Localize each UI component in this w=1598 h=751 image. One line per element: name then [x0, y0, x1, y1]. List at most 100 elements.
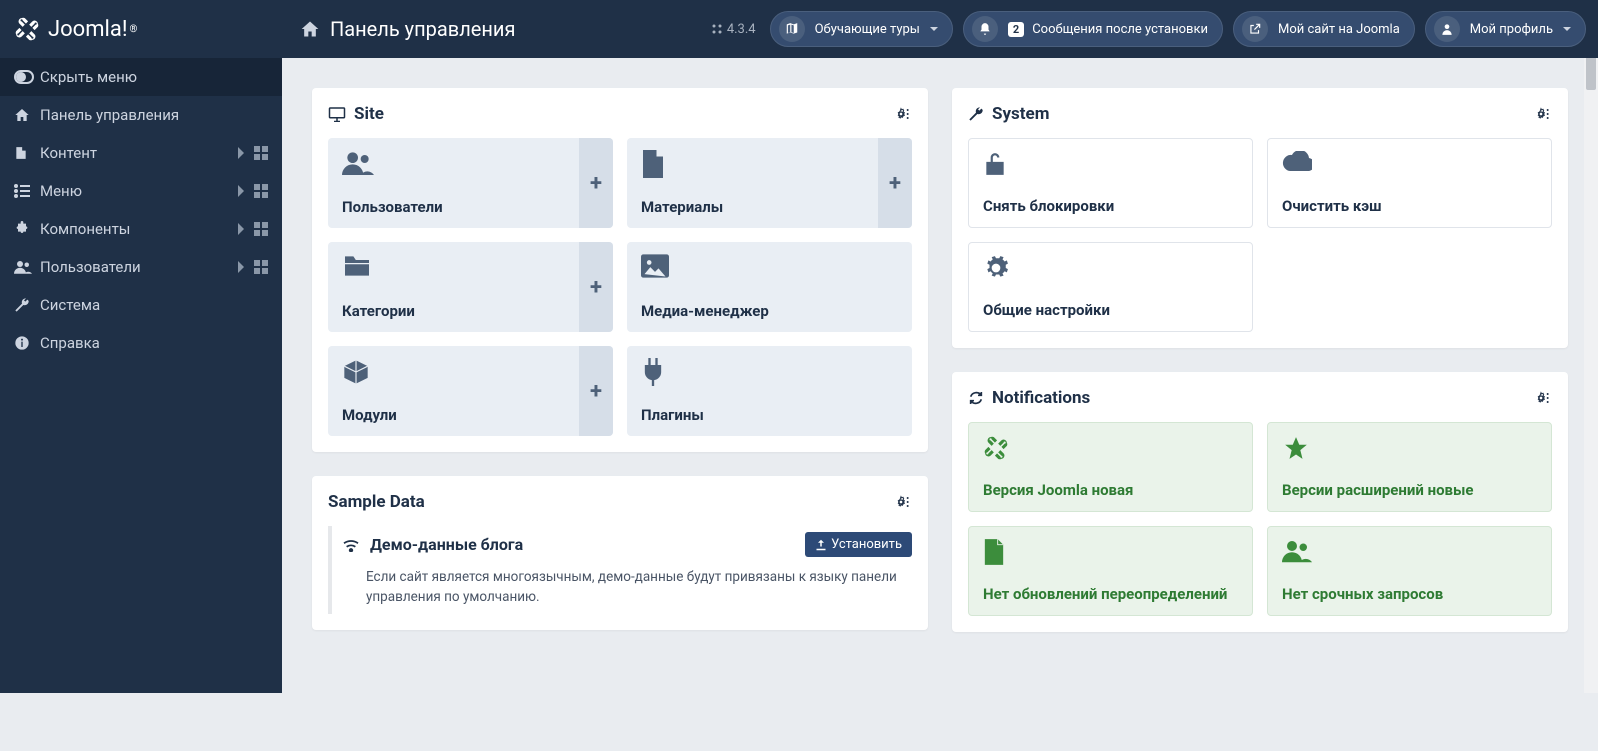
tours-label: Обучающие туры — [815, 22, 920, 37]
notif-label: Версии расширений новые — [1282, 481, 1537, 499]
desktop-icon — [328, 106, 346, 122]
sidebar-item-label: Меню — [40, 182, 82, 200]
notifications-grid: Версия Joomla новая Версии расширений но… — [968, 422, 1552, 616]
site-panel-header: Site — [328, 104, 912, 124]
plus-button[interactable]: + — [579, 138, 613, 228]
image-icon — [641, 254, 898, 278]
sidebar-item-content[interactable]: Контент — [0, 134, 282, 172]
gear-icon[interactable] — [1534, 106, 1552, 122]
quick-label: Категории — [342, 302, 565, 320]
profile-label: Мой профиль — [1470, 22, 1553, 37]
install-button[interactable]: Установить — [805, 532, 912, 557]
joomla-icon — [14, 16, 40, 42]
joomla-small-icon — [711, 23, 723, 35]
notif-joomla-version[interactable]: Версия Joomla новая — [968, 422, 1253, 512]
quick-modules[interactable]: Модули + — [328, 346, 613, 436]
sample-item-description: Если сайт является многоязычным, демо-да… — [332, 567, 912, 608]
quick-plugins[interactable]: Плагины + — [627, 346, 912, 436]
sidebar-toggle-label: Скрыть меню — [40, 68, 137, 86]
scrollbar[interactable] — [1584, 0, 1598, 693]
site-panel: Site Пользователи + Материалы + Категори… — [312, 88, 928, 452]
wifi-icon — [342, 538, 360, 552]
grid-icon[interactable] — [254, 260, 268, 274]
sample-item-header: Демо-данные блога Установить — [332, 526, 912, 567]
plus-button[interactable]: + — [579, 346, 613, 436]
sample-data-panel: Sample Data Демо-данные блога Установить… — [312, 476, 928, 630]
sys-label: Снять блокировки — [983, 197, 1238, 215]
joomla-icon — [983, 435, 1238, 461]
brand-text: Joomla! — [48, 17, 128, 42]
notif-count-badge: 2 — [1008, 22, 1024, 37]
sys-cache[interactable]: Очистить кэш — [1267, 138, 1552, 228]
quick-label: Материалы — [641, 198, 864, 216]
sidebar-item-system[interactable]: Система — [0, 286, 282, 324]
site-link-button[interactable]: Мой сайт на Joomla — [1233, 11, 1415, 47]
system-panel-title: System — [992, 104, 1049, 124]
sidebar-toggle[interactable]: Скрыть меню — [0, 58, 282, 96]
map-icon — [779, 16, 805, 42]
sidebar-item-label: Контент — [40, 144, 97, 162]
notifications-header: Notifications — [968, 388, 1552, 408]
quick-categories[interactable]: Категории + — [328, 242, 613, 332]
plus-button[interactable]: + — [878, 138, 912, 228]
quick-label: Модули — [342, 406, 565, 424]
wrench-icon — [14, 297, 40, 313]
sidebar-item-menus[interactable]: Меню — [0, 172, 282, 210]
sidebar: Скрыть меню Панель управления Контент Ме… — [0, 58, 282, 693]
grid-icon[interactable] — [254, 222, 268, 236]
gear-icon[interactable] — [894, 494, 912, 510]
chevron-right-icon — [236, 223, 244, 235]
sample-item-title: Демо-данные блога — [370, 535, 805, 554]
info-icon — [14, 335, 40, 351]
sample-data-title: Sample Data — [328, 492, 425, 512]
brand-logo[interactable]: Joomla!® — [0, 16, 282, 42]
sys-label: Общие настройки — [983, 301, 1238, 319]
sidebar-item-label: Пользователи — [40, 258, 141, 276]
sidebar-item-components[interactable]: Компоненты — [0, 210, 282, 248]
sidebar-item-label: Справка — [40, 334, 100, 352]
quick-media[interactable]: Медиа-менеджер + — [627, 242, 912, 332]
quick-users[interactable]: Пользователи + — [328, 138, 613, 228]
post-install-button[interactable]: 2 Сообщения после установки — [963, 11, 1223, 47]
sidebar-item-label: Компоненты — [40, 220, 130, 238]
notif-extensions[interactable]: Версии расширений новые — [1267, 422, 1552, 512]
profile-button[interactable]: Мой профиль — [1425, 11, 1586, 47]
plus-button[interactable]: + — [579, 242, 613, 332]
sys-unlock[interactable]: Снять блокировки — [968, 138, 1253, 228]
sidebar-item-dashboard[interactable]: Панель управления — [0, 96, 282, 134]
user-icon — [1434, 16, 1460, 42]
notifications-title: Notifications — [992, 388, 1090, 408]
star-icon — [1282, 435, 1537, 461]
grid-icon[interactable] — [254, 184, 268, 198]
tours-button[interactable]: Обучающие туры — [770, 11, 953, 47]
sidebar-item-help[interactable]: Справка — [0, 324, 282, 362]
notif-requests[interactable]: Нет срочных запросов — [1267, 526, 1552, 616]
left-column: Site Пользователи + Материалы + Категори… — [312, 88, 928, 630]
toggle-icon — [14, 70, 40, 84]
list-icon — [14, 184, 40, 198]
sys-config[interactable]: Общие настройки — [968, 242, 1253, 332]
unlock-icon — [983, 151, 1238, 177]
sidebar-item-label: Система — [40, 296, 100, 314]
users-icon — [1282, 539, 1537, 563]
site-link-label: Мой сайт на Joomla — [1278, 22, 1400, 37]
system-panel-header: System — [968, 104, 1552, 124]
sys-label: Очистить кэш — [1282, 197, 1537, 215]
file-icon — [14, 145, 40, 161]
grid-icon[interactable] — [254, 146, 268, 160]
cloud-icon — [1282, 151, 1537, 171]
users-icon — [342, 150, 565, 176]
folder-icon — [342, 254, 565, 278]
sidebar-item-users[interactable]: Пользователи — [0, 248, 282, 286]
gear-icon[interactable] — [1534, 390, 1552, 406]
chevron-right-icon — [236, 261, 244, 273]
quick-articles[interactable]: Материалы + — [627, 138, 912, 228]
chevron-right-icon — [236, 185, 244, 197]
wrench-icon — [968, 106, 984, 122]
gear-icon[interactable] — [894, 106, 912, 122]
notif-label: Сообщения после установки — [1032, 22, 1208, 37]
right-column: System Снять блокировки Очистить кэш Общ… — [952, 88, 1568, 632]
notif-overrides[interactable]: Нет обновлений переопределений — [968, 526, 1253, 616]
quick-label: Пользователи — [342, 198, 565, 216]
users-icon — [14, 260, 40, 274]
